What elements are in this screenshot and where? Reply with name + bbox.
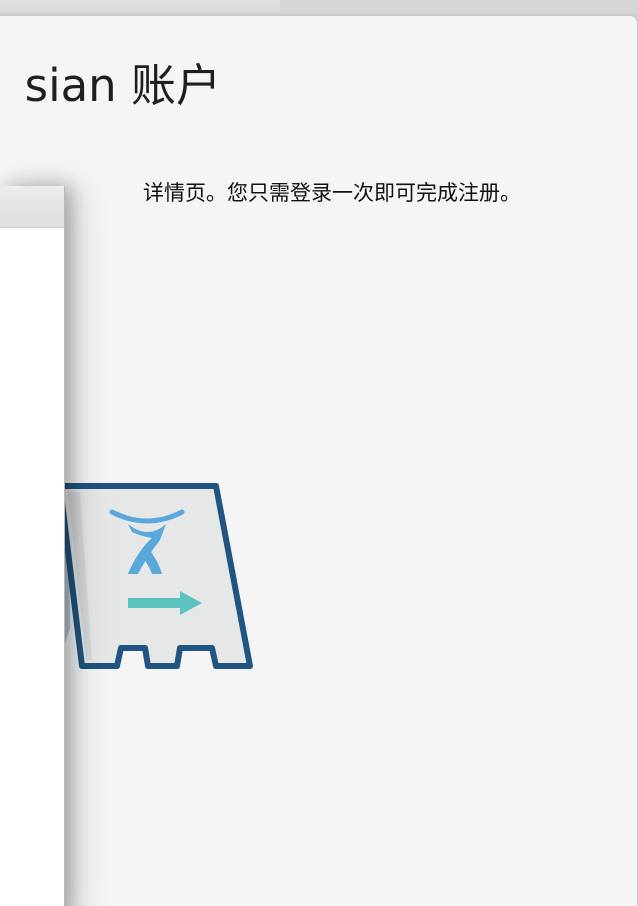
dialog-description: 详情页。您只需登录一次即可完成注册。 <box>143 181 521 205</box>
sheet-header <box>0 186 64 228</box>
dialog-title: sian 账户 <box>24 59 221 112</box>
overlapping-sheet-window <box>0 186 65 906</box>
screen: sian 账户 详情页。您只需登录一次即可完成注册。 <box>0 0 638 906</box>
atlassian-account-dialog: sian 账户 详情页。您只需登录一次即可完成注册。 <box>0 15 638 906</box>
